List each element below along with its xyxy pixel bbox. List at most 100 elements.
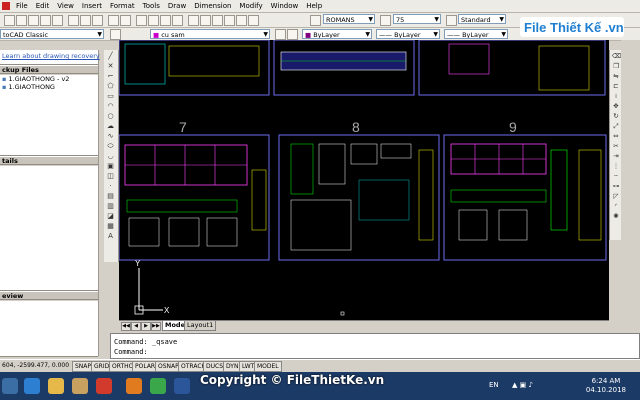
zoom-previous-icon[interactable] xyxy=(172,15,183,26)
pan-icon[interactable] xyxy=(136,15,147,26)
app-icon[interactable] xyxy=(72,378,88,394)
copy-object-icon[interactable]: ❐ xyxy=(612,62,620,70)
save-icon[interactable] xyxy=(28,15,39,26)
region-icon[interactable]: ◪ xyxy=(106,212,115,220)
word-icon[interactable] xyxy=(174,378,190,394)
workspace-select[interactable]: toCAD Classic ▼ xyxy=(0,29,104,39)
gradient-icon[interactable]: ▥ xyxy=(106,202,115,210)
mtext-icon[interactable]: A xyxy=(106,232,115,240)
menu-tools[interactable]: Tools xyxy=(139,0,164,12)
last-tab-icon[interactable]: ▶▶ xyxy=(151,322,161,331)
spline-icon[interactable]: ∿ xyxy=(106,132,115,140)
stretch-icon[interactable]: ⇔ xyxy=(612,132,620,140)
ie-icon[interactable] xyxy=(24,378,40,394)
zoom-window-icon[interactable] xyxy=(160,15,171,26)
autocad-icon[interactable] xyxy=(96,378,112,394)
first-tab-icon[interactable]: ◀◀ xyxy=(121,322,131,331)
print-icon[interactable] xyxy=(40,15,51,26)
model-toggle[interactable]: MODEL xyxy=(254,361,282,372)
new-icon[interactable] xyxy=(4,15,15,26)
move-icon[interactable]: ✥ xyxy=(612,102,620,110)
menu-help[interactable]: Help xyxy=(302,0,326,12)
hatch-icon[interactable]: ▤ xyxy=(106,192,115,200)
menu-dimension[interactable]: Dimension xyxy=(190,0,235,12)
menu-edit[interactable]: Edit xyxy=(32,0,54,12)
arc-icon[interactable]: ◠ xyxy=(106,102,115,110)
drawing-canvas[interactable]: 7 8 9 X Y xyxy=(119,40,609,330)
preview-header[interactable]: eview xyxy=(0,291,98,300)
menu-file[interactable]: File xyxy=(12,0,32,12)
menu-format[interactable]: Format xyxy=(106,0,139,12)
dim-style-select[interactable]: Standard ▼ xyxy=(458,14,506,24)
explode-icon[interactable]: ✺ xyxy=(612,212,620,220)
design-center-icon[interactable] xyxy=(200,15,211,26)
text-style-select[interactable]: ROMANS ▼ xyxy=(323,14,375,24)
chrome-icon[interactable] xyxy=(150,378,166,394)
recovery-link[interactable]: Learn about drawing recovery xyxy=(0,50,100,62)
construction-line-icon[interactable]: ✕ xyxy=(106,62,115,70)
backup-files-header[interactable]: ckup Files xyxy=(0,65,98,74)
calculator-icon[interactable] xyxy=(236,15,247,26)
polygon-icon[interactable]: ⬠ xyxy=(106,82,115,90)
prev-tab-icon[interactable]: ◀ xyxy=(131,322,141,331)
mirror-icon[interactable]: ⇋ xyxy=(612,72,620,80)
lineweight-select[interactable]: —— ByLayer ▼ xyxy=(444,29,508,39)
ellipse-icon[interactable]: ⬭ xyxy=(106,142,115,150)
copy-icon[interactable] xyxy=(80,15,91,26)
rectangle-icon[interactable]: ▭ xyxy=(106,92,115,100)
markup-icon[interactable] xyxy=(224,15,235,26)
make-current-icon[interactable] xyxy=(275,29,286,40)
cut-icon[interactable] xyxy=(68,15,79,26)
layer-manager-icon[interactable] xyxy=(110,29,121,40)
paste-icon[interactable] xyxy=(92,15,103,26)
language-indicator[interactable]: EN xyxy=(489,381,499,389)
polyline-icon[interactable]: ⌐ xyxy=(106,72,115,80)
layer-previous-icon[interactable] xyxy=(287,29,298,40)
tray-icons[interactable]: ▲ ▣ ♪ xyxy=(512,381,533,389)
backup-file-item[interactable]: ▪ 1.GIAOTHONG - v2 xyxy=(0,75,98,83)
layer-select[interactable]: ■ cu sam ▼ xyxy=(150,29,270,39)
menu-window[interactable]: Window xyxy=(267,0,303,12)
erase-icon[interactable]: ⌫ xyxy=(612,52,621,60)
ellipse-arc-icon[interactable]: ◡ xyxy=(106,152,115,160)
open-icon[interactable] xyxy=(16,15,27,26)
fillet-icon[interactable]: ◜ xyxy=(612,202,620,210)
next-tab-icon[interactable]: ▶ xyxy=(141,322,151,331)
redo-icon[interactable] xyxy=(120,15,131,26)
tool-palettes-icon[interactable] xyxy=(212,15,223,26)
table-icon[interactable]: ▦ xyxy=(106,222,115,230)
array-icon[interactable]: ⁞ xyxy=(612,92,620,100)
make-block-icon[interactable]: ◫ xyxy=(106,172,115,180)
properties-icon[interactable] xyxy=(188,15,199,26)
details-header[interactable]: tails xyxy=(0,156,98,165)
app-icon[interactable] xyxy=(2,2,10,10)
join-icon[interactable]: ⊶ xyxy=(612,182,620,190)
zoom-realtime-icon[interactable] xyxy=(148,15,159,26)
menu-view[interactable]: View xyxy=(53,0,78,12)
revcloud-icon[interactable]: ☁ xyxy=(106,122,115,130)
break-icon[interactable]: ╌ xyxy=(612,172,620,180)
color-select[interactable]: ■ ByLayer ▼ xyxy=(302,29,372,39)
trim-icon[interactable]: ✂ xyxy=(612,142,620,150)
help-icon[interactable] xyxy=(248,15,259,26)
start-icon[interactable] xyxy=(2,378,18,394)
extend-icon[interactable]: ⇥ xyxy=(612,152,620,160)
linetype-select[interactable]: —— ByLayer ▼ xyxy=(376,29,440,39)
dim-scale-select[interactable]: 75 ▼ xyxy=(393,14,441,24)
break-at-point-icon[interactable]: ⋮ xyxy=(612,162,620,170)
point-icon[interactable]: · xyxy=(106,182,115,190)
menu-insert[interactable]: Insert xyxy=(78,0,106,12)
firefox-icon[interactable] xyxy=(126,378,142,394)
rotate-icon[interactable]: ↻ xyxy=(612,112,620,120)
line-icon[interactable]: ╱ xyxy=(106,52,115,60)
preview-icon[interactable] xyxy=(52,15,63,26)
chamfer-icon[interactable]: ◸ xyxy=(612,192,620,200)
circle-icon[interactable]: ○ xyxy=(106,112,115,120)
explorer-icon[interactable] xyxy=(48,378,64,394)
tab-layout1[interactable]: Layout1 xyxy=(184,321,217,331)
undo-icon[interactable] xyxy=(108,15,119,26)
backup-file-item[interactable]: ▪ 1.GIAOTHONG xyxy=(0,83,98,91)
coordinate-readout[interactable]: 604, -2599.477, 0.000 xyxy=(2,361,69,370)
insert-block-icon[interactable]: ▣ xyxy=(106,162,115,170)
clock[interactable]: 6:24 AM 04.10.2018 xyxy=(586,377,626,395)
